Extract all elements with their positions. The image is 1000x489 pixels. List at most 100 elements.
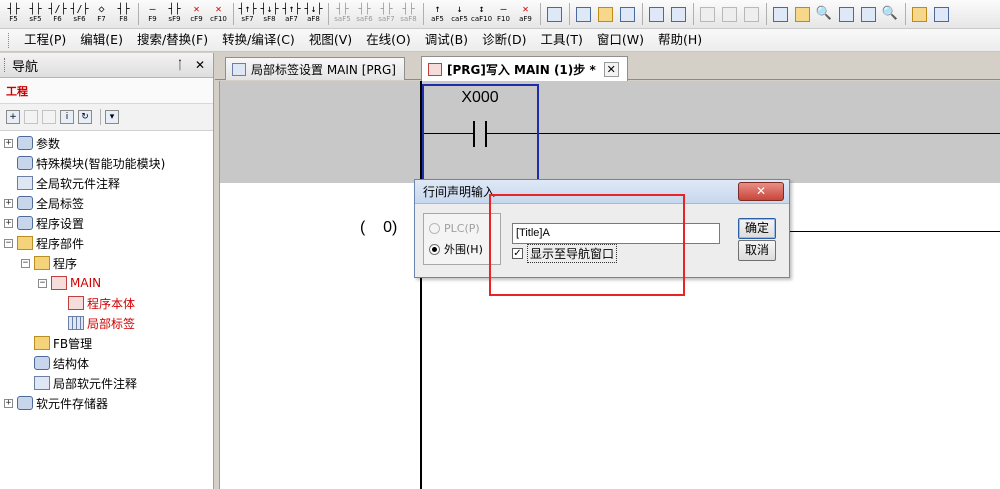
zoom-icon[interactable] [719,4,739,24]
comment-icon[interactable] [646,4,666,24]
tree-item-label: 程序部件 [36,236,85,251]
menu-project[interactable]: 工程(P) [17,30,73,50]
structured-icon[interactable] [544,4,564,24]
toolbar-btn-23[interactable]: ✕ aF9 [515,2,536,26]
expand-icon[interactable]: + [4,398,13,408]
tree-item[interactable]: 特殊模块(智能功能模块) [0,153,213,173]
tree-item[interactable]: + 全局标签 [0,193,213,213]
network-icon[interactable] [770,4,790,24]
ok-button[interactable]: 确定 [738,218,776,239]
tree-item[interactable]: 全局软元件注释 [0,173,213,193]
new-data-icon[interactable]: + [6,110,20,124]
ladder-monitor-icon[interactable] [617,4,637,24]
tree-item[interactable]: − 程序 [0,253,213,273]
gear-icon [34,356,50,370]
toolbar-btn-21[interactable]: ↕ caF10 [471,2,492,26]
menu-diagnostics[interactable]: 诊断(D) [475,30,533,50]
tree-item[interactable]: 程序本体 [0,293,213,313]
menu-debug[interactable]: 调试(B) [418,30,475,50]
refresh-icon[interactable]: ↻ [78,110,92,124]
module-icon[interactable] [931,4,951,24]
toolbar-btn-11[interactable]: ┤↑├ sF7 [237,2,258,26]
menu-help[interactable]: 帮助(H) [651,30,709,50]
tree-item[interactable]: − MAIN [0,273,213,293]
toolbar-btn-3[interactable]: ┤/├ F6 [47,2,68,26]
toolbar-btn-22[interactable]: — F10 [493,2,514,26]
toolbar-btn-14[interactable]: ┤↓├ aF8 [303,2,324,26]
tree-item[interactable]: + 软元件存储器 [0,393,213,413]
toolbar-btn-15[interactable]: ┤├ saF5 [332,2,353,26]
tree-item[interactable]: − 程序部件 [0,233,213,253]
toolbar-btn-13[interactable]: ┤↑├ aF7 [281,2,302,26]
tab-program-write[interactable]: [PRG]写入 MAIN (1)步 * ✕ [421,56,628,81]
collapse-icon[interactable]: − [21,258,30,268]
toolbar-btn-16[interactable]: ┤├ saF6 [354,2,375,26]
navigation-title: 导航 [12,59,39,75]
radio-plc-row[interactable]: PLC(P) [429,220,480,236]
radio-plc-label: PLC(P) [444,221,480,235]
pin-icon[interactable]: ᛙ [173,58,187,72]
menu-tools[interactable]: 工具(T) [533,30,589,50]
step-value: 0) [383,219,398,236]
toolbar-btn-1[interactable]: ┤├ F5 [3,2,24,26]
collapse-icon[interactable]: − [38,278,47,288]
magnifier-icon[interactable]: 🔍 [880,4,900,24]
tree-item[interactable]: 局部软元件注释 [0,373,213,393]
diagnostics-icon[interactable] [792,4,812,24]
toolbar-btn-10[interactable]: ✕ cF10 [208,2,229,26]
copy-icon[interactable] [24,110,38,124]
refresh-icon[interactable] [741,4,761,24]
toolbar-btn-9[interactable]: ✕ cF9 [186,2,207,26]
tree-item[interactable]: 结构体 [0,353,213,373]
toolbar-btn-7[interactable]: — F9 [142,2,163,26]
toolbar-btn-4[interactable]: ┤/├ sF6 [69,2,90,26]
toolbar-btn-2[interactable]: ┤├ sF5 [25,2,46,26]
print-icon[interactable] [697,4,717,24]
tree-line-icon [21,339,30,348]
statement-icon[interactable] [668,4,688,24]
collapse-icon[interactable]: − [4,238,13,248]
toolbar-separator [100,109,101,125]
tree-item[interactable]: + 参数 [0,133,213,153]
radio-plc[interactable] [429,222,440,234]
tree-item-label: 全局标签 [36,196,85,211]
display-options-icon[interactable]: ▾ [105,110,119,124]
menu-edit[interactable]: 编辑(E) [73,30,130,50]
toolbar-btn-8[interactable]: ┤├ sF9 [164,2,185,26]
radio-peripheral[interactable] [429,243,440,255]
toolbar-btn-6[interactable]: ┤├ F8 [113,2,134,26]
radio-peripheral-row[interactable]: 外围(H) [429,241,483,257]
toolbar-btn-17[interactable]: ┤├ saF7 [376,2,397,26]
dialog-close-button[interactable]: ✕ [738,182,784,201]
close-icon[interactable]: ✕ [193,58,207,72]
menu-convert-compile[interactable]: 转换/编译(C) [215,30,302,50]
menu-find-replace[interactable]: 搜索/替换(F) [130,30,215,50]
ladder-read-icon[interactable] [573,4,593,24]
doc-icon [34,376,50,390]
search-icon[interactable]: 🔍 [814,4,834,24]
tab-local-label-setting[interactable]: 局部标签设置 MAIN [PRG] [225,57,405,80]
device-search-icon[interactable] [836,4,856,24]
expand-icon[interactable]: + [4,198,13,208]
toolbar-btn-19[interactable]: ↑ aF5 [427,2,448,26]
tab-close-icon[interactable]: ✕ [603,61,619,77]
toolbar-btn-5[interactable]: ◇ F7 [91,2,112,26]
tree-item[interactable]: + 程序设置 [0,213,213,233]
properties-icon[interactable]: i [60,110,74,124]
menu-online[interactable]: 在线(O) [359,30,418,50]
menu-view[interactable]: 视图(V) [302,30,359,50]
tree-item[interactable]: 局部标签 [0,313,213,333]
menu-window[interactable]: 窗口(W) [590,30,651,50]
grid-icon [68,316,84,330]
cancel-button[interactable]: 取消 [738,240,776,261]
toolbar-btn-12[interactable]: ┤↓├ sF8 [259,2,280,26]
expand-icon[interactable]: + [4,218,13,228]
toolbar-btn-20[interactable]: ↓ caF5 [449,2,470,26]
dev-icon[interactable] [858,4,878,24]
ladder-write-icon[interactable] [595,4,615,24]
expand-icon[interactable]: + [4,138,13,148]
toolbar-btn-18[interactable]: ┤├ saF8 [398,2,419,26]
project-tree-icon[interactable] [909,4,929,24]
paste-icon[interactable] [42,110,56,124]
tree-item[interactable]: FB管理 [0,333,213,353]
